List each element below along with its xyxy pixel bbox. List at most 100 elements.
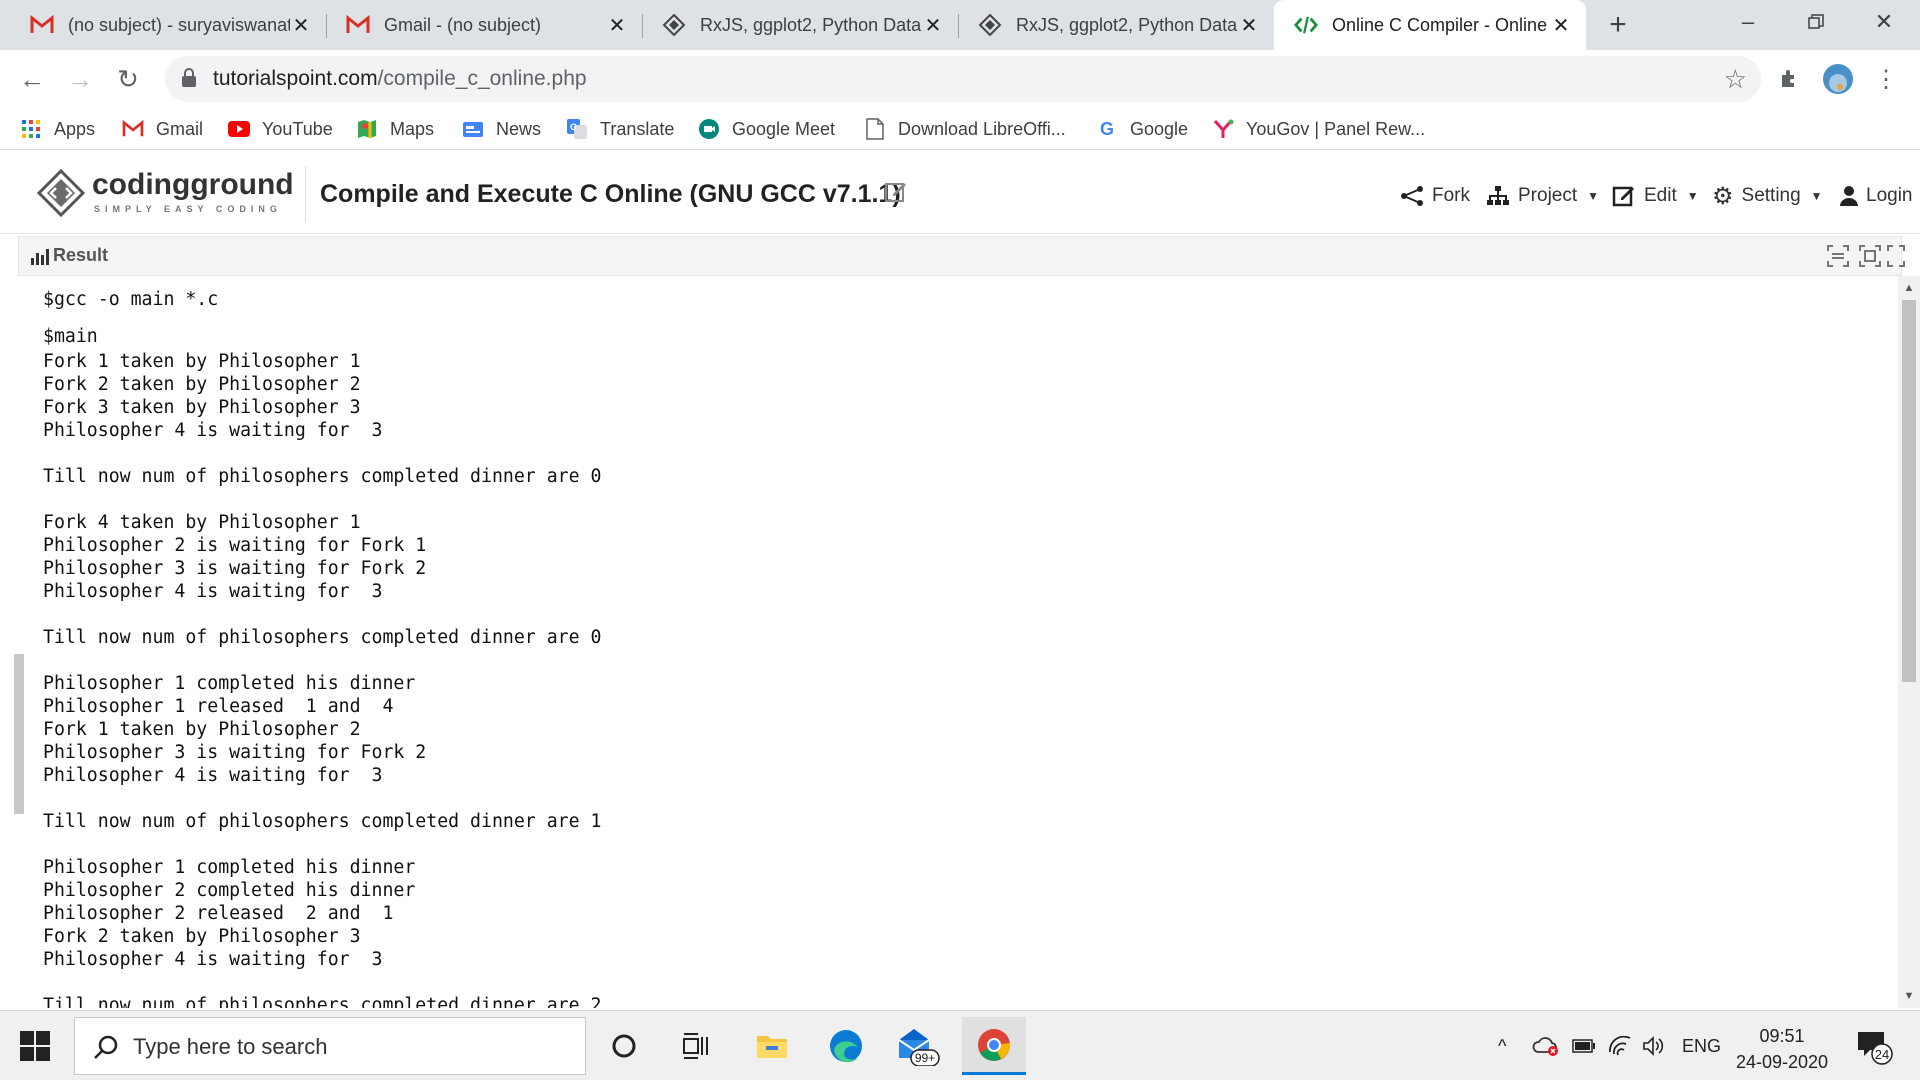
taskbar-search-input[interactable]: Type here to search	[74, 1017, 586, 1075]
new-tab-button[interactable]: +	[1600, 8, 1636, 44]
minimize-icon[interactable]: –	[1714, 0, 1782, 44]
onedrive-icon[interactable]	[1532, 1011, 1560, 1080]
windows-taskbar: Type here to search 99+ ^ ENG 09:51 24-0…	[0, 1010, 1920, 1080]
google-meet-icon	[698, 118, 720, 140]
setting-menu[interactable]: ⚙ Setting ▼	[1712, 182, 1823, 210]
browser-tab-strip: (no subject) - suryaviswanat ✕ Gmail - (…	[0, 0, 1920, 50]
system-clock[interactable]: 09:51 24-09-2020	[1722, 1023, 1842, 1075]
bookmark-download-libreoffice[interactable]: Download LibreOffi...	[864, 114, 1066, 144]
restore-icon[interactable]	[1782, 0, 1850, 44]
mail-icon[interactable]: 99+	[886, 1017, 950, 1075]
windows-start-icon[interactable]	[16, 1027, 54, 1065]
bookmark-star-icon[interactable]: ☆	[1724, 64, 1747, 95]
caret-down-icon: ▼	[1686, 189, 1699, 203]
tab-title: (no subject) - suryaviswanat	[68, 14, 290, 35]
search-icon	[93, 1034, 119, 1060]
mail-badge: 99+	[915, 1051, 935, 1065]
program-output: Fork 1 taken by Philosopher 1 Fork 2 tak…	[43, 351, 602, 1008]
tab-title: RxJS, ggplot2, Python Data	[700, 14, 922, 35]
bookmark-news[interactable]: News	[462, 114, 541, 144]
browser-tab-active[interactable]: Online C Compiler - Online ✕	[1274, 0, 1586, 50]
gmail-icon	[122, 118, 144, 140]
extensions-puzzle-icon[interactable]	[1772, 61, 1808, 97]
scroll-up-arrow-icon[interactable]: ▲	[1903, 282, 1915, 294]
edge-browser-icon[interactable]	[814, 1017, 878, 1075]
translate-icon: G	[566, 118, 588, 140]
close-icon[interactable]: ✕	[1550, 13, 1572, 38]
bookmark-translate[interactable]: G Translate	[566, 114, 674, 144]
clock-time: 09:51	[1759, 1026, 1805, 1046]
bookmark-google-meet[interactable]: Google Meet	[698, 114, 835, 144]
address-bar[interactable]: tutorialspoint.com/compile_c_online.php …	[165, 56, 1761, 102]
codingground-logo[interactable]: codingground SIMPLY EASY CODING	[36, 168, 294, 222]
gutter-scroll-indicator[interactable]	[14, 654, 24, 814]
back-arrow-icon[interactable]: ←	[14, 61, 50, 97]
close-icon[interactable]: ✕	[290, 13, 312, 38]
fork-button[interactable]: Fork	[1400, 182, 1470, 210]
browser-tab[interactable]: (no subject) - suryaviswanat ✕	[10, 0, 327, 50]
profile-avatar[interactable]	[1820, 61, 1856, 97]
language-indicator[interactable]: ENG	[1682, 1011, 1721, 1080]
caret-down-icon: ▼	[1587, 189, 1600, 203]
browser-tab[interactable]: Gmail - (no subject) ✕	[326, 0, 643, 50]
close-icon[interactable]: ✕	[606, 13, 628, 38]
file-explorer-icon[interactable]	[740, 1017, 804, 1075]
chrome-taskbar-icon[interactable]	[962, 1017, 1026, 1075]
caret-down-icon: ▼	[1810, 189, 1823, 203]
clock-date: 24-09-2020	[1735, 1052, 1829, 1072]
sitemap-icon	[1486, 185, 1510, 207]
window-close-icon[interactable]: ✕	[1850, 0, 1918, 44]
bookmark-youtube[interactable]: YouTube	[228, 114, 333, 144]
bookmark-gmail[interactable]: Gmail	[122, 114, 203, 144]
login-button[interactable]: Login	[1840, 182, 1913, 210]
user-icon	[1840, 186, 1858, 206]
task-view-icon[interactable]	[664, 1017, 728, 1075]
result-output[interactable]: $gcc -o main *.c $main Fork 1 taken by Phi…	[28, 276, 1896, 1008]
tab-title: Online C Compiler - Online	[1332, 14, 1548, 35]
edit-menu[interactable]: Edit ▼	[1612, 182, 1699, 210]
volume-icon[interactable]	[1642, 1011, 1666, 1080]
notifications-icon[interactable]: 24	[1854, 1011, 1894, 1080]
youtube-icon	[228, 118, 250, 140]
bookmark-yougov[interactable]: YouGov | Panel Rew...	[1212, 114, 1425, 144]
expand-panel-icon[interactable]	[1859, 245, 1883, 269]
page-icon	[864, 118, 886, 140]
forward-arrow-icon[interactable]: →	[62, 61, 98, 97]
battery-icon[interactable]	[1572, 1011, 1596, 1080]
result-label: Result	[53, 245, 109, 265]
fullscreen-icon[interactable]	[1887, 245, 1911, 269]
browser-tab[interactable]: RxJS, ggplot2, Python Data ✕	[958, 0, 1274, 50]
bookmark-maps[interactable]: Maps	[356, 114, 434, 144]
vertical-scrollbar[interactable]: ▲ ▼	[1898, 276, 1920, 1008]
bookmark-google[interactable]: G Google	[1096, 114, 1188, 144]
cortana-icon[interactable]	[592, 1017, 656, 1075]
notification-count: 24	[1875, 1047, 1889, 1062]
close-icon[interactable]: ✕	[1238, 13, 1260, 38]
edit-title-icon[interactable]	[884, 180, 908, 206]
show-hidden-icons-chevron-icon[interactable]: ^	[1498, 1011, 1506, 1080]
browser-tab[interactable]: RxJS, ggplot2, Python Data ✕	[642, 0, 959, 50]
collapse-panel-icon[interactable]	[1827, 245, 1851, 269]
gmail-icon	[30, 13, 54, 37]
site-header: codingground SIMPLY EASY CODING Compile …	[0, 154, 1920, 234]
wifi-icon[interactable]	[1608, 1011, 1632, 1080]
compile-command: $gcc -o main *.c	[43, 289, 219, 310]
news-icon	[462, 118, 484, 140]
close-icon[interactable]: ✕	[922, 13, 944, 38]
reload-icon[interactable]: ↻	[110, 61, 146, 97]
yougov-icon	[1212, 118, 1234, 140]
edit-icon	[1612, 184, 1636, 208]
scroll-down-arrow-icon[interactable]: ▼	[1903, 990, 1915, 1002]
bar-chart-icon	[31, 249, 49, 265]
run-command: $main	[43, 326, 98, 347]
share-fork-icon	[1400, 186, 1424, 206]
chrome-menu-icon[interactable]: ⋮	[1868, 61, 1904, 97]
scrollbar-thumb[interactable]	[1902, 300, 1916, 682]
bookmark-apps[interactable]: Apps	[20, 114, 95, 144]
svg-text:G: G	[570, 122, 577, 132]
gear-icon: ⚙	[1712, 182, 1734, 210]
tutorialspoint-icon	[978, 13, 1002, 37]
code-icon	[1294, 13, 1318, 37]
tab-title: RxJS, ggplot2, Python Data	[1016, 14, 1238, 35]
project-menu[interactable]: Project ▼	[1486, 182, 1599, 210]
